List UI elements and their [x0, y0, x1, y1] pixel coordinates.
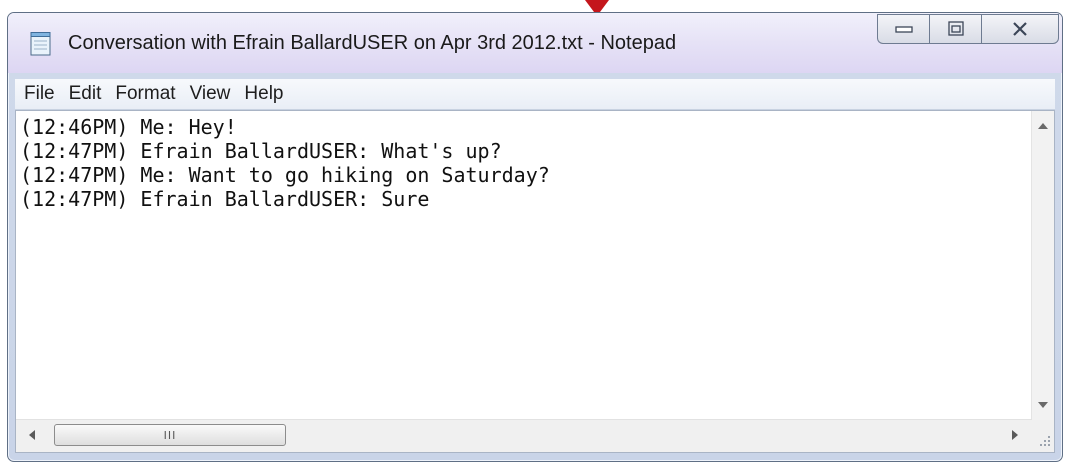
title-bar[interactable]: Conversation with Efrain BallardUSER on …: [8, 13, 1062, 73]
grip-icon: III: [163, 428, 177, 442]
scroll-up-icon[interactable]: [1038, 123, 1048, 129]
text-line: (12:46PM) Me: Hey!: [20, 115, 237, 139]
menu-view[interactable]: View: [183, 83, 238, 105]
scroll-down-icon[interactable]: [1038, 402, 1048, 408]
text-editor[interactable]: (12:46PM) Me: Hey! (12:47PM) Efrain Balla…: [15, 110, 1055, 453]
document-text[interactable]: (12:46PM) Me: Hey! (12:47PM) Efrain Balla…: [20, 115, 1024, 420]
menu-bar: File Edit Format View Help: [15, 79, 1055, 110]
text-line: (12:47PM) Me: Want to go hiking on Satur…: [20, 163, 550, 187]
minimize-icon: [894, 26, 913, 33]
vertical-scrollbar[interactable]: [1031, 111, 1054, 420]
maximize-button[interactable]: [929, 14, 981, 44]
scroll-right-icon[interactable]: [1012, 430, 1018, 440]
menu-help[interactable]: Help: [237, 83, 290, 105]
menu-format[interactable]: Format: [108, 83, 182, 105]
menu-edit[interactable]: Edit: [62, 83, 109, 105]
close-icon: [1013, 22, 1027, 36]
minimize-button[interactable]: [877, 14, 929, 44]
text-line: (12:47PM) Efrain BallardUSER: Sure: [20, 187, 430, 211]
notepad-icon: [30, 32, 51, 56]
resize-grip-icon[interactable]: [1032, 420, 1054, 452]
close-button[interactable]: [981, 14, 1059, 44]
horizontal-scrollbar[interactable]: III: [16, 419, 1032, 452]
menu-file[interactable]: File: [15, 83, 62, 105]
scroll-left-icon[interactable]: [29, 430, 35, 440]
window-title: Conversation with Efrain BallardUSER on …: [68, 32, 677, 54]
screen: Conversation with Efrain BallardUSER on …: [0, 0, 1069, 468]
text-line: (12:47PM) Efrain BallardUSER: What's up?: [20, 139, 502, 163]
notepad-window: Conversation with Efrain BallardUSER on …: [7, 12, 1063, 462]
horizontal-scroll-thumb[interactable]: III: [54, 424, 286, 446]
maximize-icon: [947, 21, 964, 36]
window-controls: [877, 14, 1059, 44]
